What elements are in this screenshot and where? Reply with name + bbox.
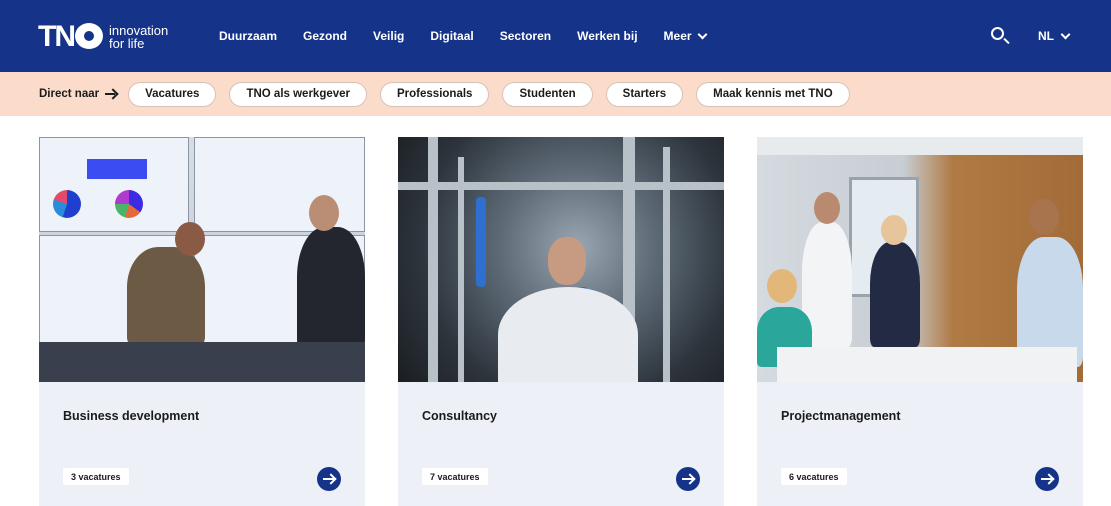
quick-link-vacatures[interactable]: Vacatures — [128, 81, 217, 107]
quick-links-bar: Direct naar Vacatures TNO als werkgever … — [0, 72, 1111, 116]
vacancy-count-badge: 6 vacatures — [781, 468, 847, 485]
nav-label: Veilig — [373, 29, 405, 43]
nav-item-sectoren[interactable]: Sectoren — [500, 29, 551, 43]
nav-item-veilig[interactable]: Veilig — [373, 29, 404, 43]
chevron-down-icon — [1060, 29, 1071, 39]
card-consultancy[interactable]: Consultancy 7 vacatures — [398, 137, 724, 506]
card-projectmanagement[interactable]: Projectmanagement 6 vacatures — [757, 137, 1083, 506]
nav-label: Gezond — [303, 29, 348, 43]
card-title: Business development — [63, 409, 200, 423]
logo-tagline: innovation for life — [109, 24, 168, 50]
quick-link-studenten[interactable]: Studenten — [502, 81, 593, 107]
tagline-line2: for life — [109, 36, 145, 51]
team-meeting-photo — [757, 137, 1083, 382]
nav-label: Sectoren — [499, 29, 552, 43]
quick-link-tno-als-werkgever[interactable]: TNO als werkgever — [229, 81, 368, 107]
quick-link-professionals[interactable]: Professionals — [380, 81, 490, 107]
quick-link-maak-kennis[interactable]: Maak kennis met TNO — [696, 81, 850, 107]
nav-item-digitaal[interactable]: Digitaal — [430, 29, 473, 43]
card-title: Consultancy — [422, 409, 498, 423]
quick-links-label-text: Direct naar — [39, 88, 100, 100]
nav-label: Meer — [663, 29, 692, 43]
control-room-photo — [39, 137, 365, 382]
chevron-down-icon — [697, 29, 708, 39]
nav-item-meer[interactable]: Meer — [663, 29, 708, 43]
quick-links-label: Direct naar — [39, 88, 116, 100]
language-label: NL — [1038, 29, 1054, 43]
card-business-development[interactable]: Business development 3 vacatures — [39, 137, 365, 506]
arrow-right-icon — [105, 89, 116, 99]
card-title: Projectmanagement — [781, 409, 901, 423]
nav-item-duurzaam[interactable]: Duurzaam — [219, 29, 277, 43]
logo-wordmark: TN — [38, 22, 103, 52]
vacancy-count-badge: 7 vacatures — [422, 468, 488, 485]
arrow-right-circle-icon[interactable] — [676, 467, 700, 491]
nav-label: Duurzaam — [219, 29, 278, 43]
vacancy-category-cards: Business development 3 vacatures Consult… — [39, 137, 1083, 506]
main-nav: Duurzaam Gezond Veilig Digitaal Sectoren… — [219, 0, 732, 72]
arrow-right-circle-icon[interactable] — [1035, 467, 1059, 491]
search-button[interactable] — [990, 26, 1010, 46]
nav-item-werken-bij[interactable]: Werken bij — [577, 29, 637, 43]
nav-label: Werken bij — [577, 29, 638, 43]
vacancy-count-badge: 3 vacatures — [63, 468, 129, 485]
quick-link-starters[interactable]: Starters — [605, 81, 684, 107]
lab-scientist-photo — [398, 137, 724, 382]
arrow-right-circle-icon[interactable] — [317, 467, 341, 491]
nav-item-gezond[interactable]: Gezond — [303, 29, 347, 43]
tno-logo[interactable]: TN innovation for life — [38, 18, 168, 56]
top-navigation: TN innovation for life Duurzaam Gezond V… — [0, 0, 1111, 72]
language-selector[interactable]: NL — [1038, 0, 1071, 72]
nav-label: Digitaal — [430, 29, 474, 43]
